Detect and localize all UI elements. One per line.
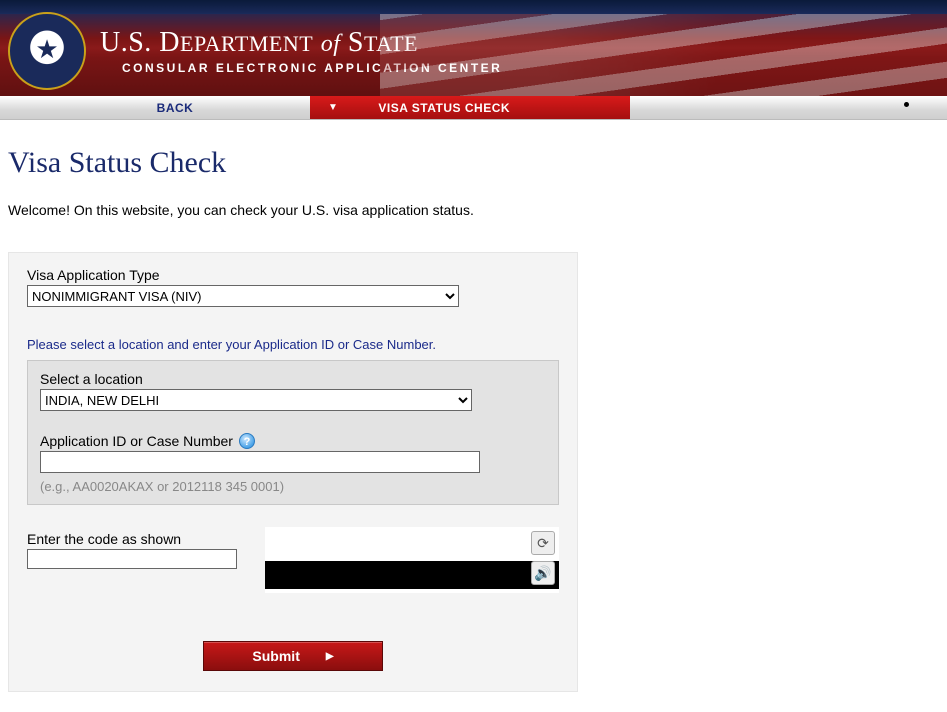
appid-label: Application ID or Case Number [40,433,233,449]
submit-row: Submit ▶ [27,641,559,671]
submit-button[interactable]: Submit ▶ [203,641,383,671]
status-form: Visa Application Type NONIMMIGRANT VISA … [8,252,578,692]
location-label: Select a location [40,371,546,387]
chevron-right-icon: ▶ [326,651,334,662]
captcha-left: Enter the code as shown [27,527,237,569]
submit-label: Submit [252,648,299,664]
t: EPARTMENT [180,31,313,56]
back-button[interactable]: BACK [0,96,310,119]
dot-icon [904,102,909,107]
location-select[interactable]: INDIA, NEW DELHI [40,389,472,411]
visa-type-label: Visa Application Type [27,267,559,283]
visa-status-label: VISA STATUS CHECK [378,101,510,115]
location-box: Select a location INDIA, NEW DELHI Appli… [27,360,559,505]
captcha-audio-icon[interactable]: 🔊 [531,561,555,585]
visa-status-tab[interactable]: ▼ VISA STATUS CHECK [310,96,630,119]
help-icon[interactable]: ? [239,433,255,449]
nav-bar: BACK ▼ VISA STATUS CHECK [0,96,947,120]
captcha-input[interactable] [27,549,237,569]
chevron-down-icon: ▼ [328,102,338,113]
captcha-image: YJ63H ⟳ 🔊 [265,527,559,593]
site-header: U.S. DEPARTMENT of STATE CONSULAR ELECTR… [0,0,947,96]
appid-row: Application ID or Case Number ? [40,433,546,473]
appid-input[interactable] [40,451,480,473]
welcome-text: Welcome! On this website, you can check … [8,202,939,218]
state-dept-seal-icon [8,12,86,90]
t: S [348,27,364,58]
captcha-row: Enter the code as shown YJ63H ⟳ 🔊 [27,527,559,593]
page-body: Visa Status Check Welcome! On this websi… [0,120,947,712]
appid-hint: (e.g., AA0020AKAX or 2012118 345 0001) [40,479,546,494]
form-instruction: Please select a location and enter your … [27,337,559,352]
t: of [321,31,341,57]
t: U.S. D [100,27,180,58]
captcha-refresh-icon[interactable]: ⟳ [531,531,555,555]
visa-type-select[interactable]: NONIMMIGRANT VISA (NIV) [27,285,459,307]
appid-label-wrap: Application ID or Case Number ? [40,433,255,449]
back-label: BACK [157,101,194,115]
page-title: Visa Status Check [8,146,939,180]
captcha-label: Enter the code as shown [27,531,237,547]
flag-background [380,14,947,96]
captcha-code-text: YJ63H [263,527,560,593]
